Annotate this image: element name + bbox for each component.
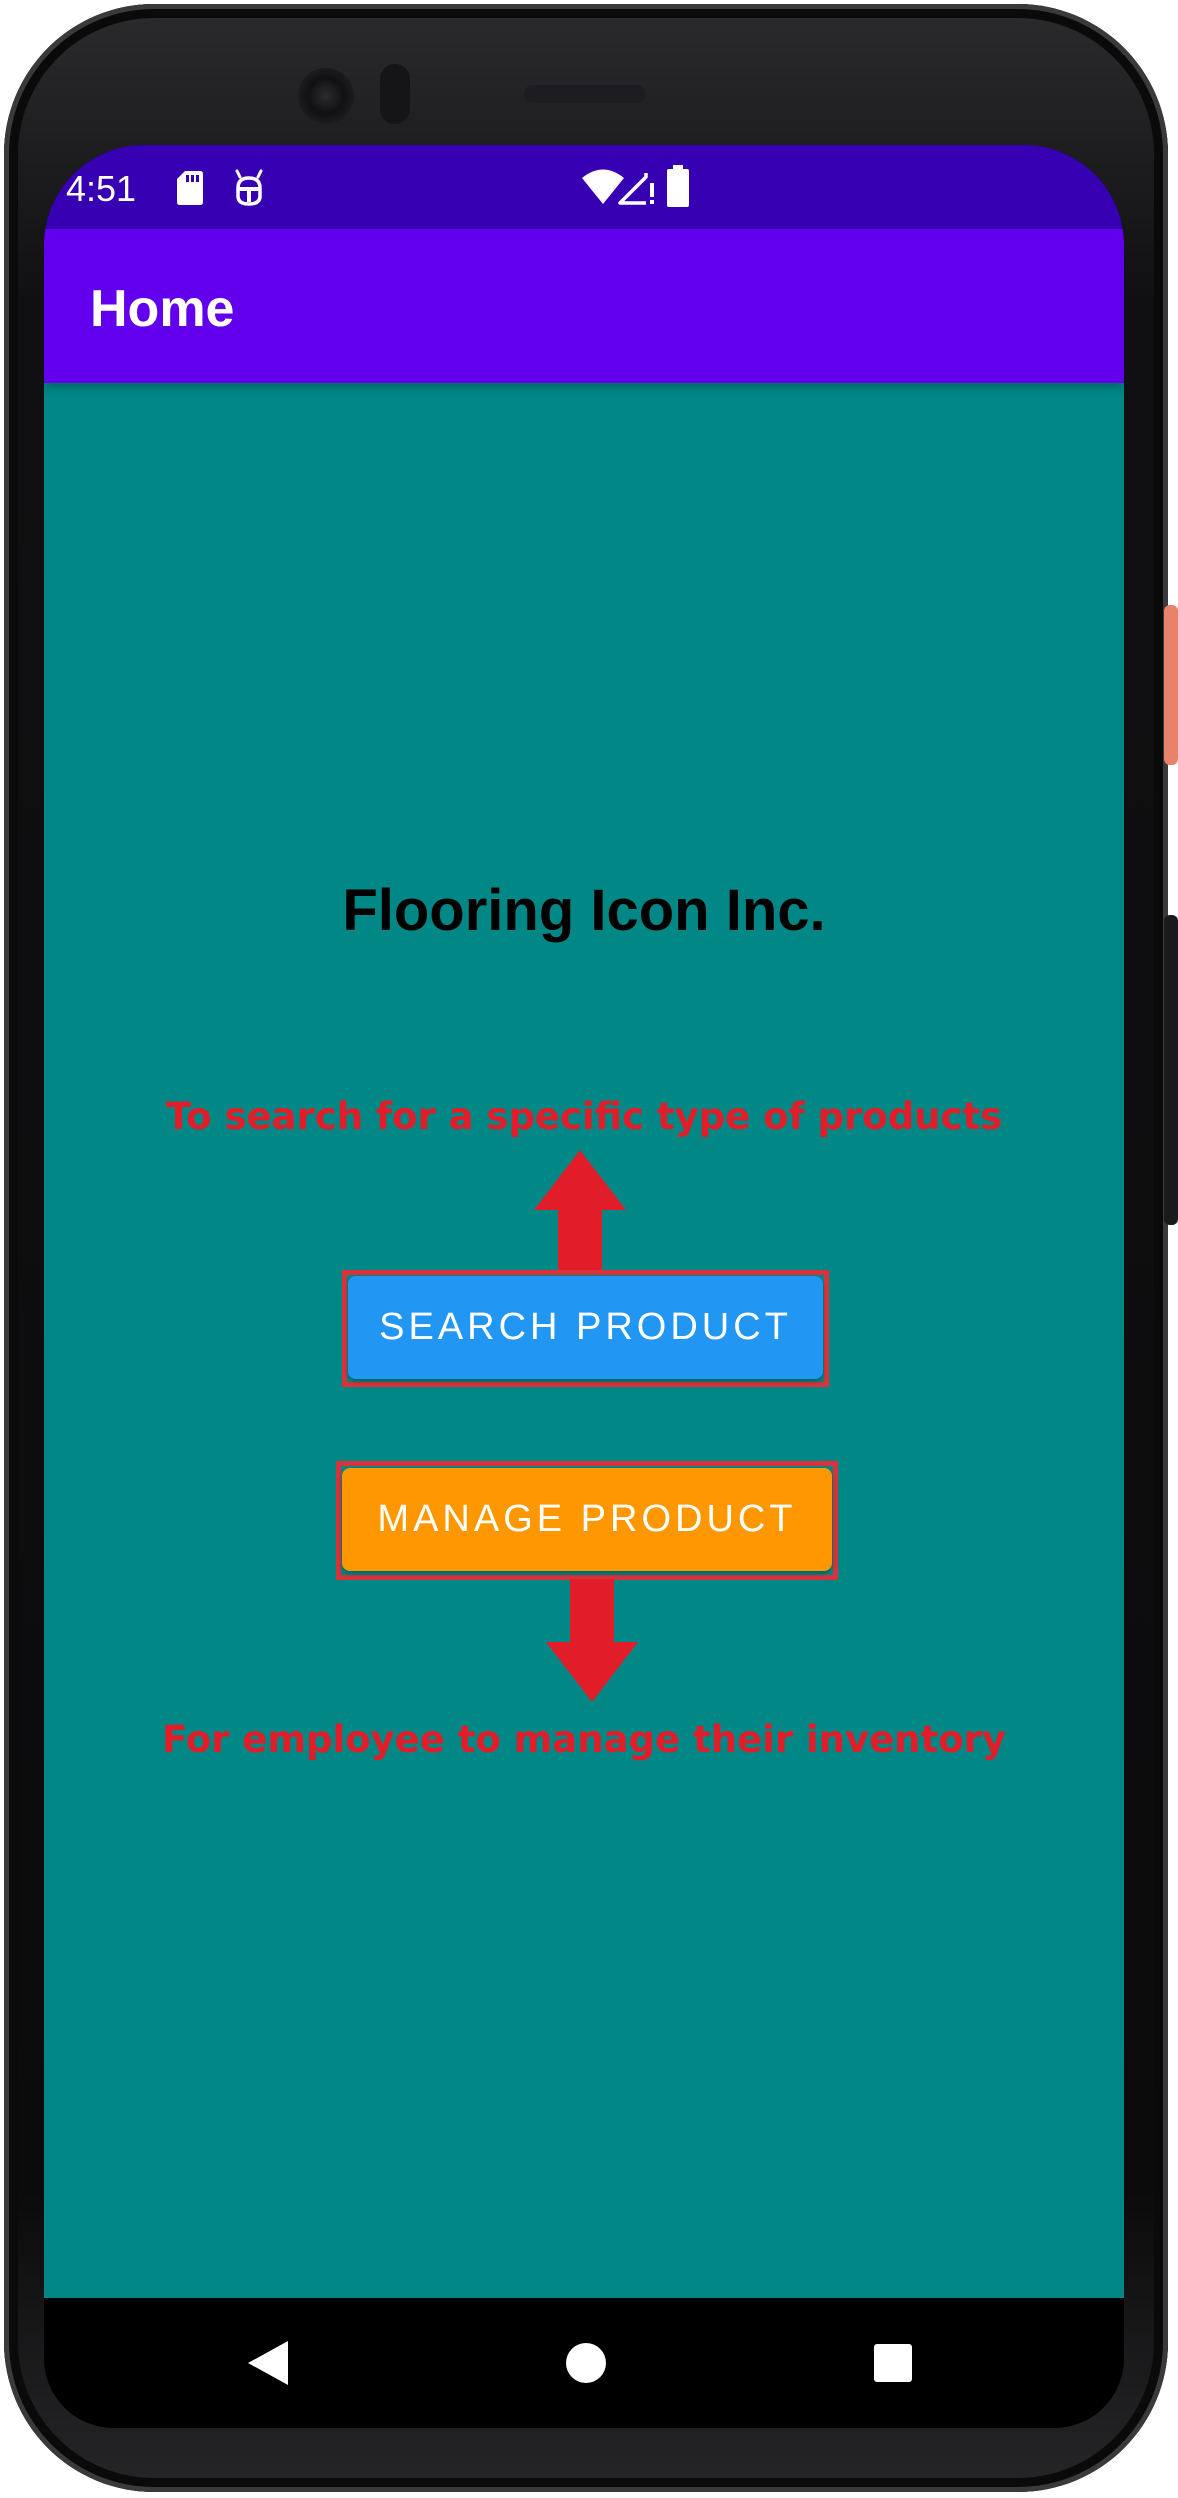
proximity-sensor <box>380 64 410 124</box>
status-bar: 4:51 <box>44 145 1124 229</box>
phone-frame: 4:51 Home Flooring Icon Inc. To search f… <box>0 0 1178 2498</box>
battery-icon <box>667 165 689 207</box>
manage-product-button[interactable]: MANAGE PRODUCT <box>342 1468 832 1571</box>
search-annotation: To search for a specific type of product… <box>165 1095 1003 1138</box>
company-name: Flooring Icon Inc. <box>342 878 826 943</box>
debug-icon <box>235 169 263 206</box>
cell-signal-icon <box>618 173 654 205</box>
main-content: Flooring Icon Inc. To search for a speci… <box>44 383 1124 2298</box>
page-title: Home <box>90 280 235 338</box>
arrow-down-icon <box>546 1579 638 1702</box>
recents-icon[interactable] <box>874 2344 912 2382</box>
power-button <box>1164 605 1178 765</box>
back-icon[interactable] <box>248 2341 288 2385</box>
volume-button <box>1164 915 1178 1225</box>
screen: 4:51 Home Flooring Icon Inc. To search f… <box>44 145 1124 2428</box>
sd-card-icon <box>177 171 203 205</box>
arrow-up-icon <box>534 1150 626 1273</box>
manage-annotation: For employee to manage their inventory <box>161 1718 1006 1761</box>
search-product-button[interactable]: SEARCH PRODUCT <box>348 1276 823 1379</box>
app-bar: Home <box>44 229 1124 383</box>
front-camera <box>298 68 354 124</box>
earpiece-speaker <box>524 85 646 103</box>
status-time: 4:51 <box>66 168 137 209</box>
home-icon[interactable] <box>566 2343 606 2383</box>
navigation-bar <box>44 2298 1124 2428</box>
